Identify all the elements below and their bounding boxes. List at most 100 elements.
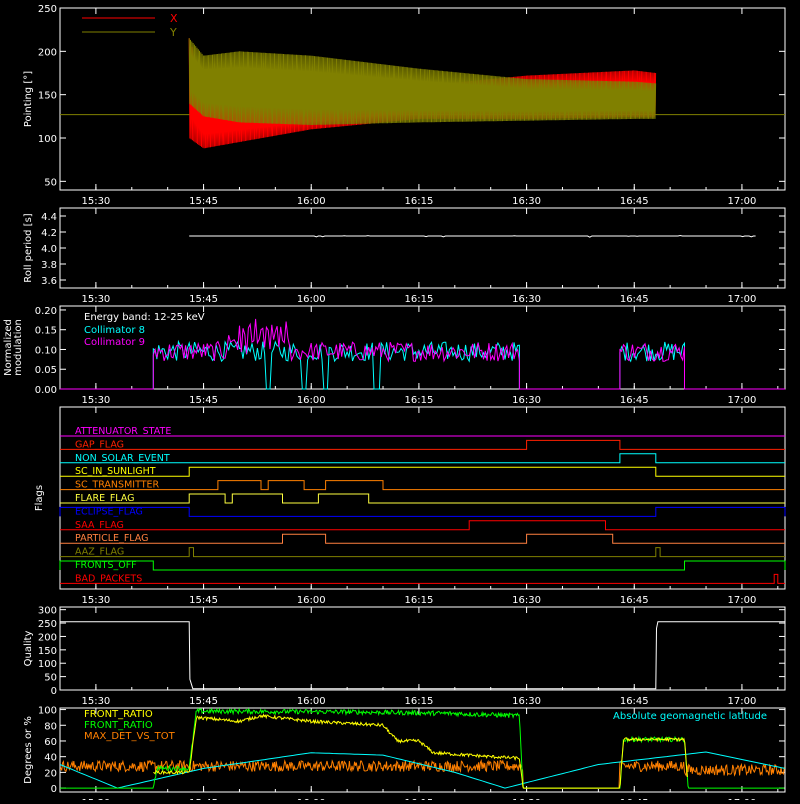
flag-trace-fronts-off [59,560,786,571]
y-tick-label: 100 [38,134,57,145]
y-tick-label: 0 [51,686,57,697]
x-tick-label: 16:45 [620,395,649,406]
series-y-trace [188,38,657,126]
legend-label-1: FRONT_RATIO [84,720,153,731]
legend-label-x: X [170,12,178,25]
energy-band-label: Energy band: 12-25 keV [84,312,205,323]
y-tick-label: 0.00 [35,385,57,396]
x-tick-label: 15:45 [189,595,218,606]
flag-label-aaz-flag: AAZ_FLAG [75,547,124,558]
x-tick-label: 16:30 [512,595,541,606]
x-tick-label: 16:30 [512,294,541,305]
x-tick-label: 15:30 [81,395,110,406]
panel-pointing: 15:30 15:45 16:00 16:15 16:30 16:45 17:00 50 100… [23,4,786,207]
y-tick-label: 300 [38,606,57,617]
x-tick-label: 16:00 [297,395,326,406]
x-tick-label: 17:00 [728,294,757,305]
flag-label-sc-in-sunlight: SC_IN_SUNLIGHT [75,466,156,477]
flag-trace-sc-transmitter [60,480,785,491]
x-tick-label: 15:45 [189,395,218,406]
y-tick-label: 150 [38,91,57,102]
y-tick-label: 0.15 [35,326,57,337]
y-tick-label: 0.20 [35,306,57,317]
x-tick-label: 16:15 [404,696,433,707]
y-tick-label: 250 [38,619,57,630]
y-axis-label: Roll period [s] [23,213,34,282]
y-tick-label: 3.8 [41,260,57,271]
y-tick-label: 100 [38,706,57,717]
flag-trace-sc-in-sunlight [60,466,785,477]
y-tick-label: 40 [44,753,57,764]
y-tick-label: 200 [38,632,57,643]
flag-label-gap-flag: GAP_FLAG [75,439,124,450]
x-tick-label: 16:00 [297,294,326,305]
y-tick-label: 100 [38,659,57,670]
y-tick-label: 4.4 [41,212,57,223]
y-tick-label: 60 [44,737,57,748]
flag-label-flare-flag: FLARE_FLAG [75,493,135,504]
x-tick-label: 17:00 [728,595,757,606]
panel-frame [59,606,786,691]
x-tick-label: 15:45 [189,696,218,707]
y-tick-label: 50 [44,673,57,684]
flag-label-saa-flag: SAA_FLAG [75,520,124,531]
flag-label-non-solar-event: NON_SOLAR_EVENT [75,453,170,464]
y-tick-label: 4.2 [41,228,57,239]
legend-label-geomagnetic-latitude: Absolute geomagnetic latitude [613,711,767,722]
y-tick-label: 20 [44,768,57,779]
quality-trace [60,621,785,690]
x-tick-label: 16:45 [620,196,649,207]
y-tick-label: 4.0 [41,244,57,255]
flag-trace-flare-flag [60,493,785,504]
figure: 15:30 15:45 16:00 16:15 16:30 16:45 17:00 50 100… [0,0,800,804]
roll-period-trace [189,234,756,238]
x-tick-label: 16:15 [404,196,433,207]
y-tick-label: 150 [38,646,57,657]
x-tick-label: 16:00 [297,196,326,207]
flag-trace-eclipse-flag [59,506,786,517]
flag-label-particle-flag: PARTICLE_FLAG [75,533,148,544]
x-tick-label: 17:00 [728,395,757,406]
x-tick-label: 16:15 [404,294,433,305]
pointing-traces [60,38,785,149]
y-axis-label: Quality [23,631,34,667]
front-ratio-trace-0 [153,713,688,789]
flag-trace-saa-flag [60,520,785,531]
flag-label-bad-packets: BAD_PACKETS [75,573,142,584]
flag-trace-particle-flag [60,533,785,544]
y-tick-label: 3.6 [41,276,57,287]
legend-label-collimator-9: Collimator 9 [84,337,145,348]
flag-trace-aaz-flag [60,547,785,558]
legend-label-y: Y [169,26,177,39]
x-tick-label: 17:00 [728,196,757,207]
y-tick-label: 200 [38,47,57,58]
x-tick-label: 15:30 [81,696,110,707]
panel-roll: 15:30 15:45 16:00 16:15 16:30 16:45 17:00 3.6 3.… [23,207,786,305]
legend-label-2: MAX_DET_VS_TOT [84,731,176,742]
x-tick-label: 15:45 [189,294,218,305]
chart-canvas: 15:30 15:45 16:00 16:15 16:30 16:45 17:00 50 100… [3,4,786,804]
x-tick-label: 16:30 [512,395,541,406]
x-tick-label: 17:00 [728,696,757,707]
x-tick-label: 16:15 [404,595,433,606]
panel-quality: 15:30 15:45 16:00 16:15 16:30 16:45 17:00 0 50 10… [23,606,786,707]
flag-label-attenuator-state: ATTENUATOR_STATE [75,426,171,437]
y-tick-label: 50 [44,177,57,188]
y-tick-label: 0 [51,784,57,795]
x-tick-label: 16:45 [620,294,649,305]
y-axis-label: Flags [34,485,45,511]
x-tick-label: 15:45 [189,196,218,207]
flag-trace-gap-flag [60,439,785,450]
panel-degrees: 15:3015:4516:0016:1516:3016:4517:0002040… [23,706,786,804]
x-tick-label: 15:30 [81,294,110,305]
y-axis-label: Degrees or % [23,716,34,784]
x-tick-label: 16:00 [297,595,326,606]
x-tick-label: 16:30 [512,696,541,707]
x-tick-label: 16:15 [404,395,433,406]
flag-trace-bad-packets [60,573,785,584]
x-tick-label: 16:00 [297,696,326,707]
flag-label-fronts-off: FRONTS_OFF [75,560,137,571]
panel-frame [59,207,786,289]
x-tick-label: 15:30 [81,196,110,207]
legend-label-0: FRONT_RATIO [84,709,153,720]
